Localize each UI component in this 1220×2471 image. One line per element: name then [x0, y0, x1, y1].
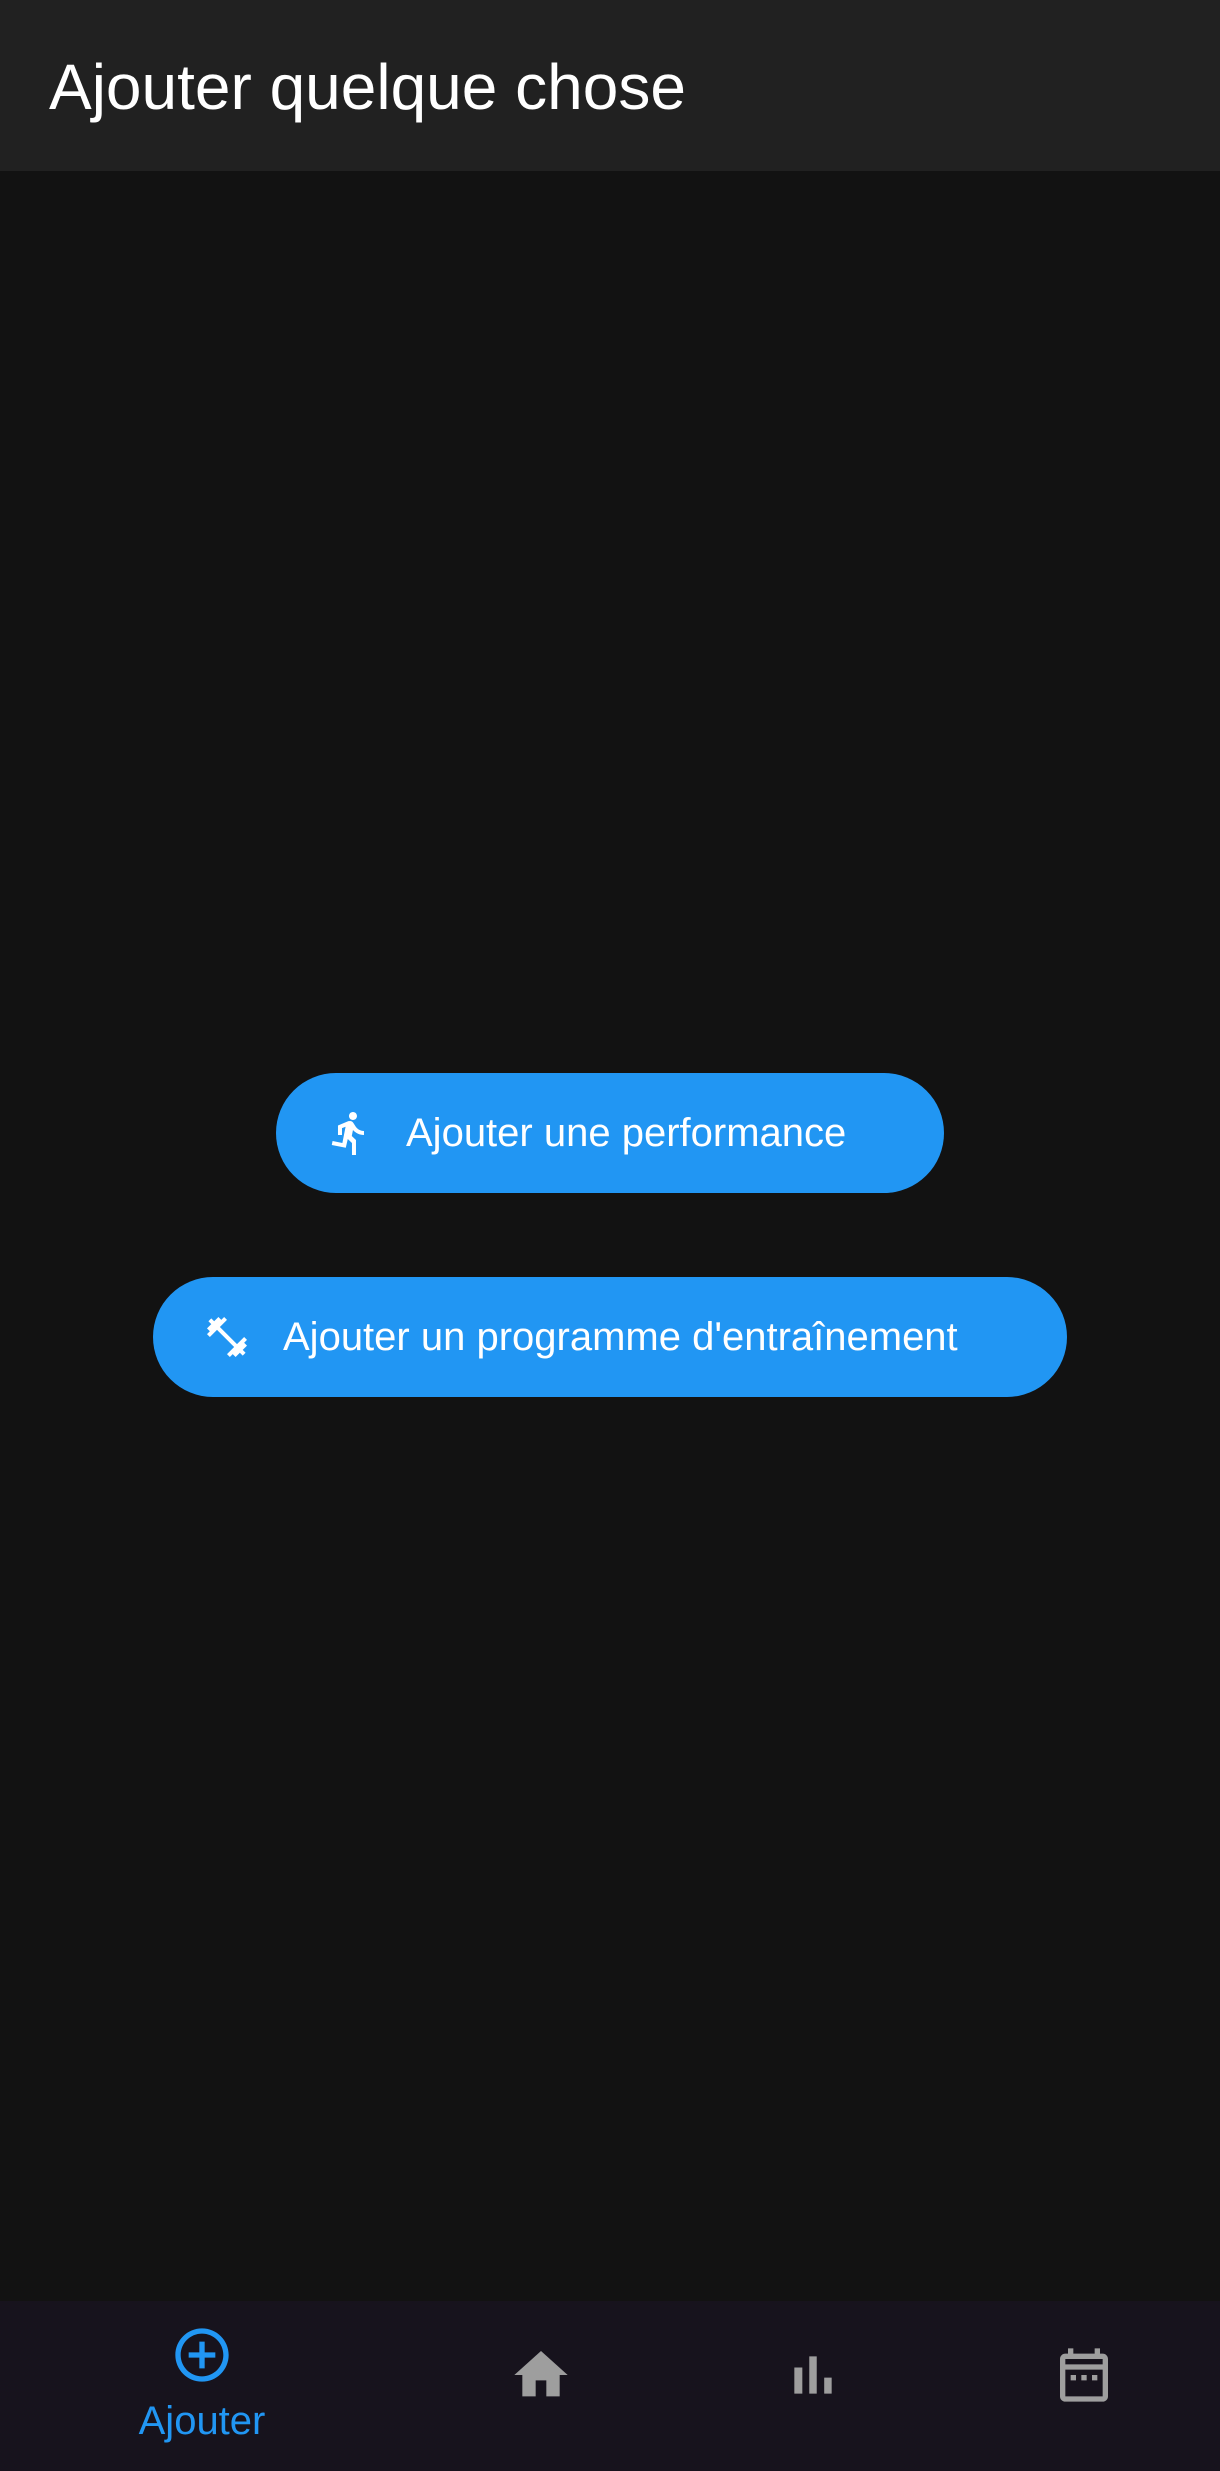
add-performance-label: Ajouter une performance: [406, 1110, 847, 1155]
dumbbell-icon: [203, 1313, 251, 1361]
bottom-navigation: Ajouter: [0, 2301, 1220, 2471]
calendar-icon: [1052, 2343, 1116, 2407]
nav-label-add: Ajouter: [138, 2399, 266, 2443]
page-title: Ajouter quelque chose: [49, 51, 686, 123]
nav-item-stats[interactable]: [713, 2301, 913, 2471]
app-bar: Ajouter quelque chose: [0, 0, 1220, 171]
running-icon: [326, 1109, 374, 1157]
add-circle-icon: [170, 2323, 234, 2387]
bar-chart-icon: [781, 2343, 845, 2407]
add-training-program-button[interactable]: Ajouter un programme d'entraînement: [153, 1277, 1067, 1397]
nav-item-add[interactable]: Ajouter: [102, 2301, 302, 2471]
nav-item-home[interactable]: [441, 2301, 641, 2471]
nav-item-calendar[interactable]: [984, 2301, 1184, 2471]
add-performance-button[interactable]: Ajouter une performance: [276, 1073, 944, 1193]
add-training-program-label: Ajouter un programme d'entraînement: [283, 1314, 958, 1359]
home-icon: [509, 2343, 573, 2407]
main-content: [0, 171, 1220, 2301]
